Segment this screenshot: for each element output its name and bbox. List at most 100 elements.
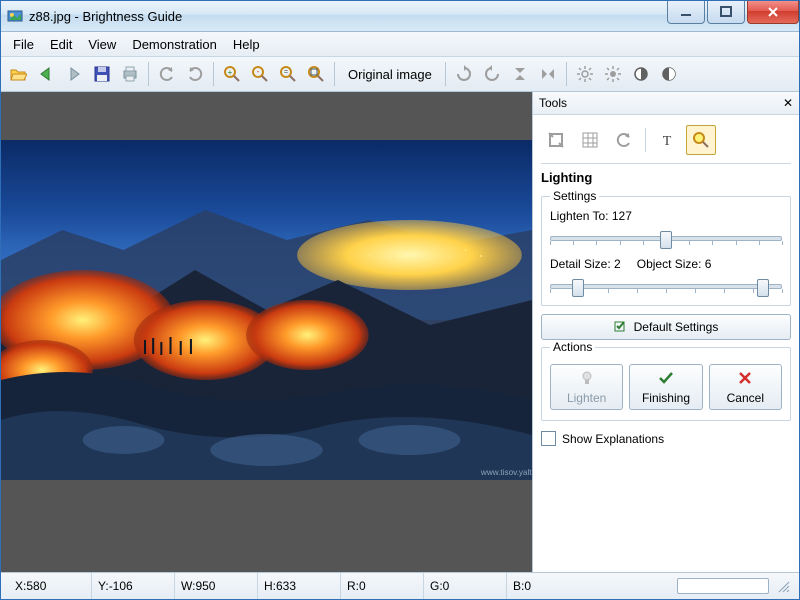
svg-text:www.tisov.yalta.ua: www.tisov.yalta.ua xyxy=(480,468,532,477)
section-title: Lighting xyxy=(541,170,791,185)
status-w: W:950 xyxy=(175,573,258,599)
show-explanations-checkbox[interactable] xyxy=(541,431,556,446)
object-label: Object Size: xyxy=(637,257,702,271)
zoom-fit-icon[interactable] xyxy=(303,61,329,87)
minimize-button[interactable] xyxy=(667,1,705,24)
default-settings-icon xyxy=(614,319,628,336)
lighten-slider[interactable] xyxy=(550,227,782,247)
status-r: R:0 xyxy=(341,573,424,599)
default-settings-button[interactable]: Default Settings xyxy=(541,314,791,340)
check-icon xyxy=(658,370,674,389)
menu-demonstration[interactable]: Demonstration xyxy=(124,34,225,55)
toolbar-separator xyxy=(148,62,149,86)
statusbar: X:580 Y:-106 W:950 H:633 R:0 G:0 B:0 xyxy=(1,572,799,599)
menu-edit[interactable]: Edit xyxy=(42,34,80,55)
detail-label: Detail Size: xyxy=(550,257,611,271)
lighten-value: 127 xyxy=(612,209,632,223)
default-settings-label: Default Settings xyxy=(634,320,719,334)
canvas-wrap: www.tisov.yalta.ua xyxy=(1,92,533,572)
toolbar-separator xyxy=(566,62,567,86)
titlebar: z88.jpg - Brightness Guide xyxy=(1,1,799,32)
zoom-out-icon[interactable]: - xyxy=(247,61,273,87)
menubar: File Edit View Demonstration Help xyxy=(1,32,799,57)
lighten-row: Lighten To: 127 xyxy=(550,209,782,223)
menu-file[interactable]: File xyxy=(5,34,42,55)
grid-tool-icon[interactable] xyxy=(575,125,605,155)
status-progress xyxy=(677,578,769,594)
show-explanations-row[interactable]: Show Explanations xyxy=(541,431,791,446)
detail-object-slider[interactable] xyxy=(550,275,782,295)
lighting-tool-icon[interactable] xyxy=(686,125,716,155)
image-preview: www.tisov.yalta.ua xyxy=(1,140,532,480)
cancel-button[interactable]: Cancel xyxy=(709,364,782,410)
lighten-button[interactable]: Lighten xyxy=(550,364,623,410)
status-g: G:0 xyxy=(424,573,507,599)
save-icon[interactable] xyxy=(89,61,115,87)
cancel-button-label: Cancel xyxy=(727,391,764,405)
window-title: z88.jpg - Brightness Guide xyxy=(29,9,665,24)
svg-text:-: - xyxy=(257,67,260,76)
show-explanations-label: Show Explanations xyxy=(562,432,664,446)
toolbar-separator xyxy=(334,62,335,86)
svg-text:+: + xyxy=(228,68,233,77)
main-area: www.tisov.yalta.ua Tools ✕ T Lighting xyxy=(1,92,799,572)
actions-fieldset: Actions Lighten Finishing Cancel xyxy=(541,340,791,421)
rotate-cw-icon[interactable] xyxy=(451,61,477,87)
settings-legend: Settings xyxy=(550,189,599,203)
app-window: z88.jpg - Brightness Guide File Edit Vie… xyxy=(0,0,800,600)
flip-vertical-icon[interactable] xyxy=(507,61,533,87)
toolbar-separator xyxy=(213,62,214,86)
settings-fieldset: Settings Lighten To: 127 xyxy=(541,189,791,306)
contrast-icon[interactable] xyxy=(628,61,654,87)
undo-icon[interactable] xyxy=(154,61,180,87)
tools-panel: Tools ✕ T Lighting Settings Lighten To: xyxy=(533,92,799,572)
panel-close-icon[interactable]: ✕ xyxy=(783,96,793,110)
status-h: H:633 xyxy=(258,573,341,599)
cancel-icon xyxy=(737,370,753,389)
svg-text:=: = xyxy=(284,69,288,76)
window-controls xyxy=(665,1,799,23)
status-y: Y:-106 xyxy=(92,573,175,599)
menu-view[interactable]: View xyxy=(80,34,124,55)
brightness-icon[interactable] xyxy=(572,61,598,87)
status-x: X:580 xyxy=(9,573,92,599)
resize-grip-icon[interactable] xyxy=(775,578,791,594)
toolbar: + - = Original image xyxy=(1,57,799,92)
status-b: B:0 xyxy=(507,573,589,599)
print-icon[interactable] xyxy=(117,61,143,87)
undo-tool-icon[interactable] xyxy=(609,125,639,155)
crop-tool-icon[interactable] xyxy=(541,125,571,155)
forward-icon[interactable] xyxy=(61,61,87,87)
actions-legend: Actions xyxy=(550,340,595,354)
lighten-label: Lighten To: xyxy=(550,209,609,223)
original-image-label[interactable]: Original image xyxy=(340,67,440,82)
tool-separator xyxy=(645,128,646,152)
panel-header: Tools ✕ xyxy=(533,92,799,115)
close-button[interactable] xyxy=(747,1,799,24)
finishing-button[interactable]: Finishing xyxy=(629,364,702,410)
panel-title: Tools xyxy=(539,96,567,110)
redo-icon[interactable] xyxy=(182,61,208,87)
back-icon[interactable] xyxy=(33,61,59,87)
tool-icons-row: T xyxy=(541,121,791,164)
contrast-alt-icon[interactable] xyxy=(656,61,682,87)
panel-body: T Lighting Settings Lighten To: 127 xyxy=(533,115,799,572)
flip-horizontal-icon[interactable] xyxy=(535,61,561,87)
rotate-ccw-icon[interactable] xyxy=(479,61,505,87)
detail-value: 2 xyxy=(614,257,621,271)
zoom-reset-icon[interactable]: = xyxy=(275,61,301,87)
lighten-button-label: Lighten xyxy=(567,391,606,405)
image-canvas[interactable]: www.tisov.yalta.ua xyxy=(1,92,532,572)
open-icon[interactable] xyxy=(5,61,31,87)
object-value: 6 xyxy=(705,257,712,271)
bulb-icon xyxy=(579,370,595,389)
text-tool-icon[interactable]: T xyxy=(652,125,682,155)
detail-object-labels: Detail Size: 2 Object Size: 6 xyxy=(550,257,782,271)
toolbar-separator xyxy=(445,62,446,86)
menu-help[interactable]: Help xyxy=(225,34,268,55)
maximize-button[interactable] xyxy=(707,1,745,24)
zoom-in-icon[interactable]: + xyxy=(219,61,245,87)
finishing-button-label: Finishing xyxy=(642,391,690,405)
brightness-filled-icon[interactable] xyxy=(600,61,626,87)
svg-text:T: T xyxy=(663,134,672,149)
